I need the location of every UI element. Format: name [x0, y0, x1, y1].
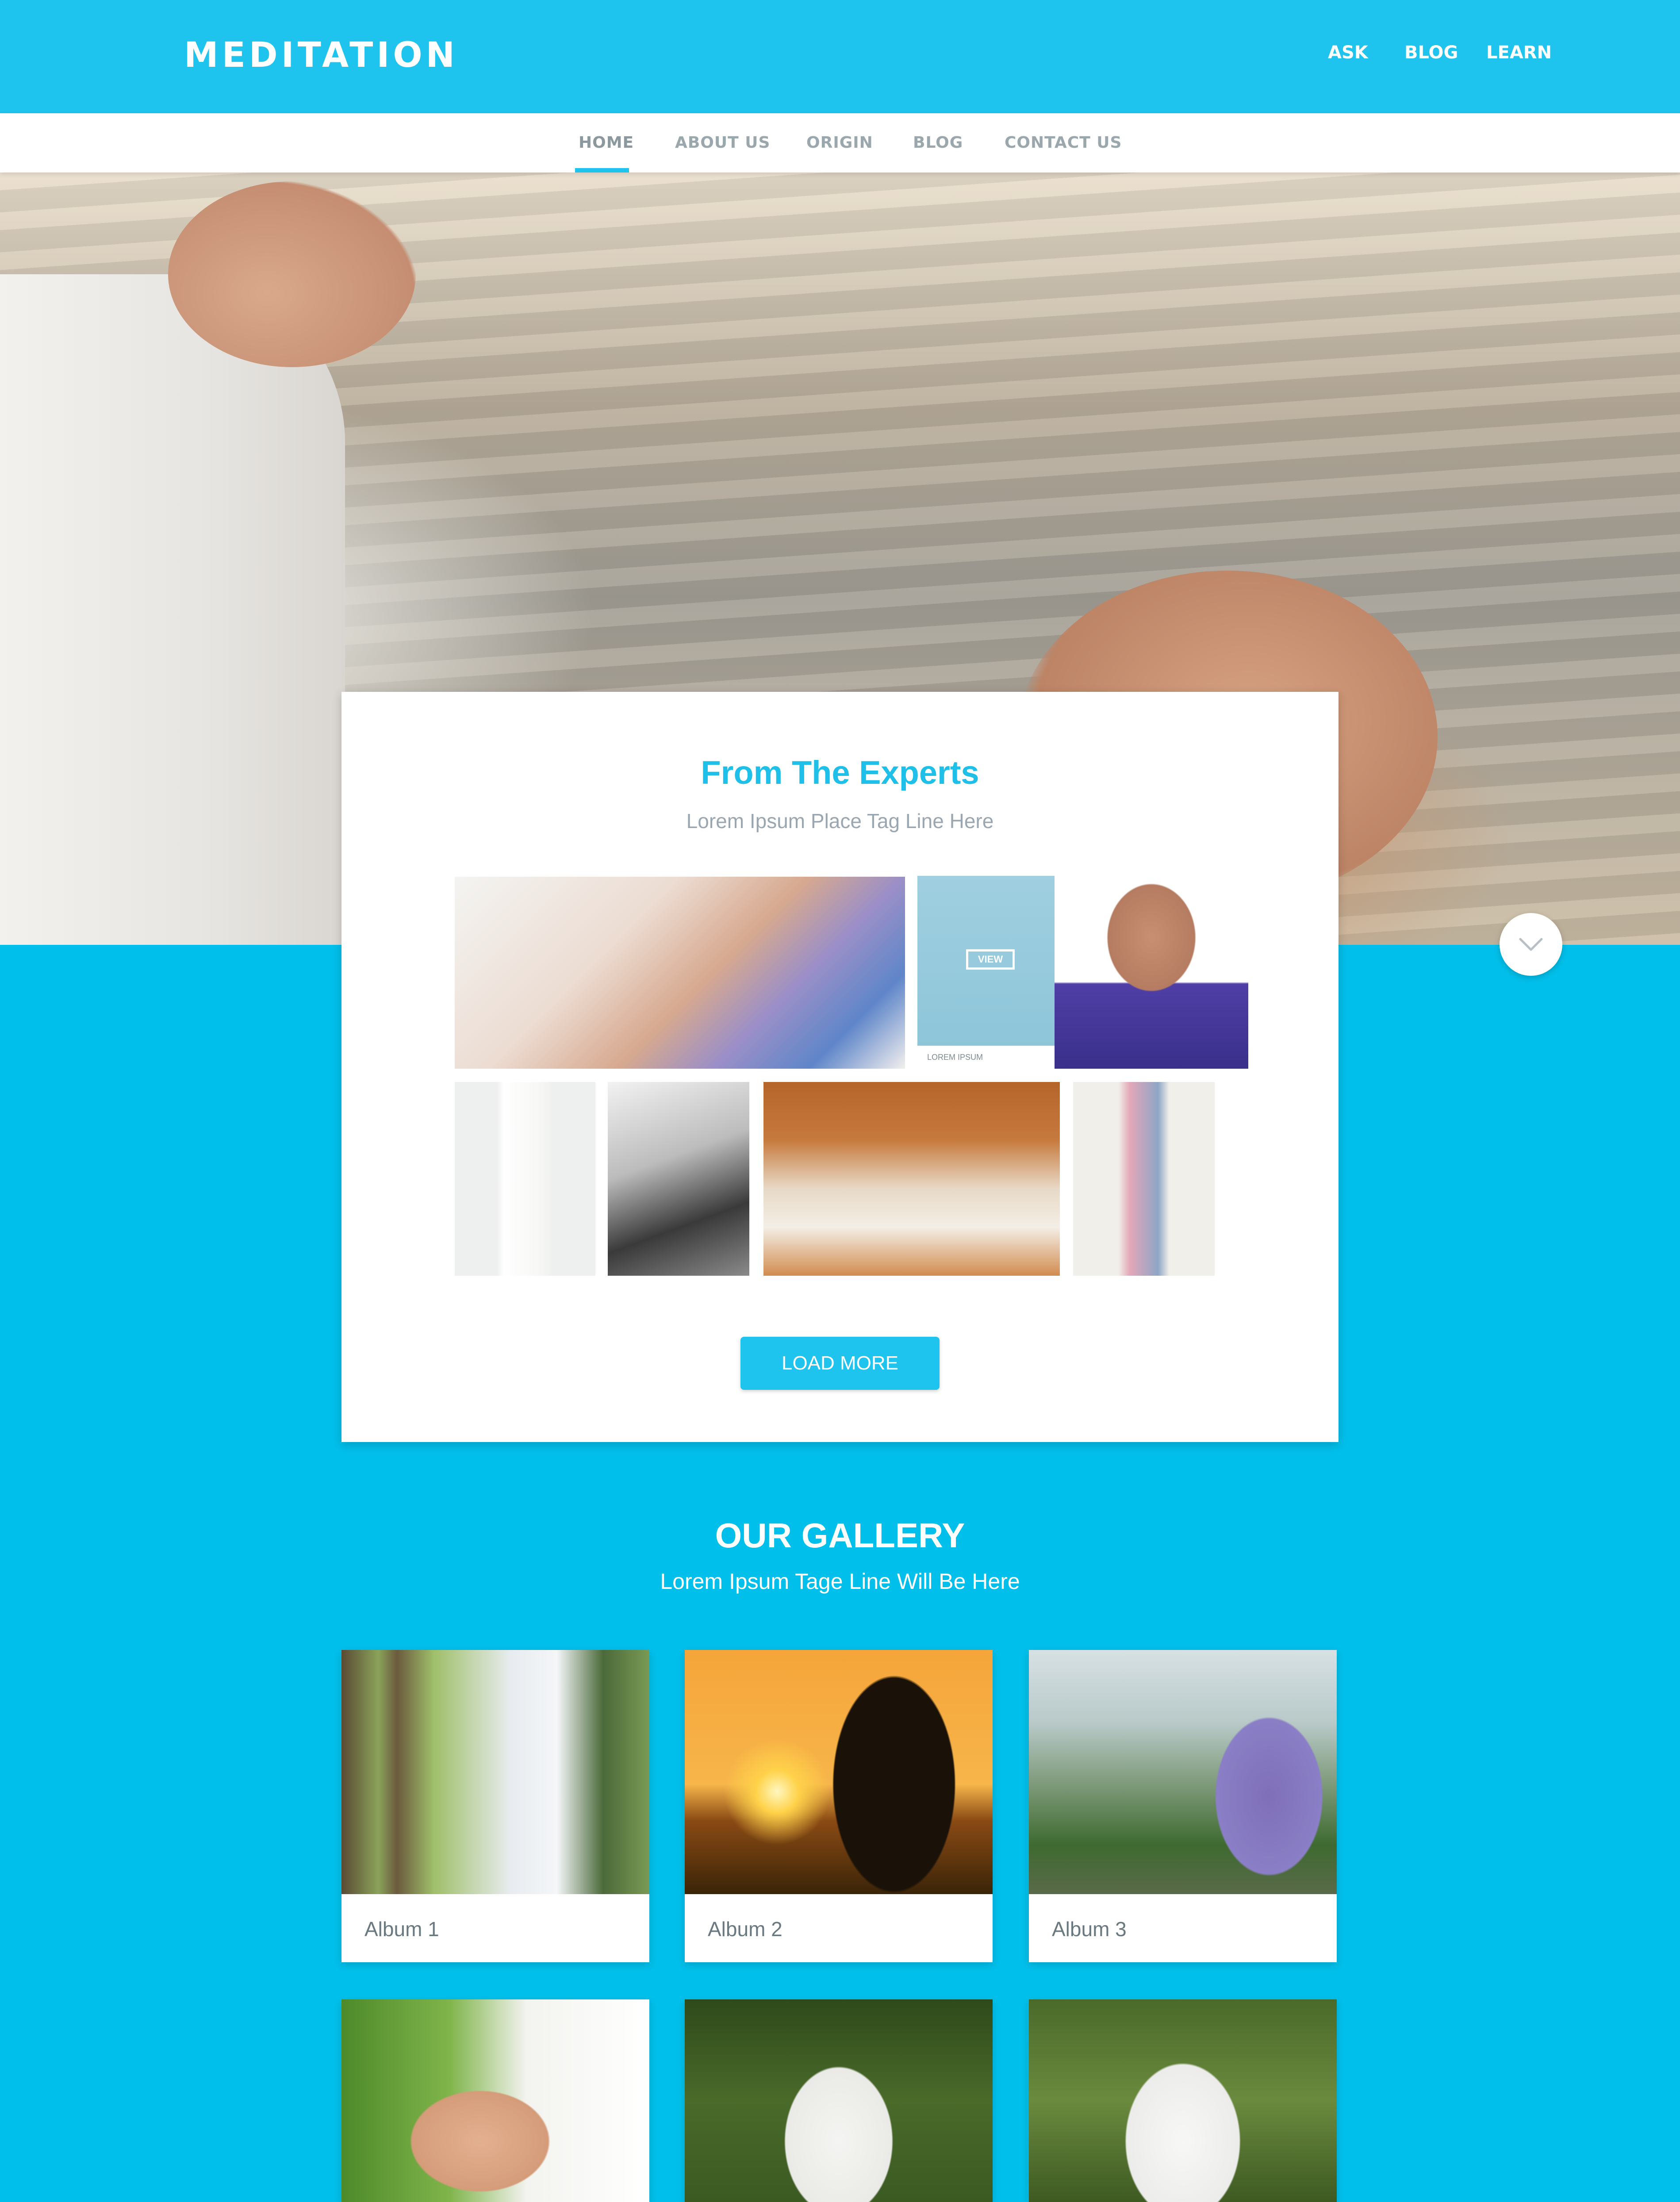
album-thumbnail [685, 1650, 993, 1894]
tab-home[interactable]: HOME [579, 134, 634, 152]
album-label: Album 1 [364, 1918, 439, 1941]
tab-about-us[interactable]: ABOUT US [675, 134, 770, 152]
gallery-tagline: Lorem Ipsum Tage Line Will Be Here [660, 1569, 1020, 1594]
experts-card: From The Experts Lorem Ipsum Place Tag L… [341, 692, 1339, 1442]
tab-contact-us[interactable]: CONTACT US [1005, 134, 1122, 152]
brand-logo[interactable]: MEDITATION [184, 35, 458, 75]
album-card-1[interactable]: Album 1 [341, 1650, 649, 1962]
album-card-4[interactable] [341, 1999, 649, 2202]
tab-origin[interactable]: ORIGIN [806, 134, 873, 152]
experts-tagline: Lorem Ipsum Place Tag Line Here [686, 809, 994, 832]
expert-photo-woman-white-coat[interactable] [455, 1082, 595, 1276]
tab-blog[interactable]: BLOG [913, 134, 963, 152]
nav-link-ask[interactable]: ASK [1328, 42, 1368, 63]
expert-photo-woman-plaid-shirt[interactable] [1073, 1082, 1215, 1276]
experts-title: From The Experts [701, 754, 979, 791]
album-card-6[interactable] [1029, 1999, 1337, 2202]
album-card-2[interactable]: Album 2 [685, 1650, 993, 1962]
album-card-5[interactable] [685, 1999, 993, 2202]
album-label: Album 3 [1052, 1918, 1127, 1941]
hero-hand-left [168, 181, 416, 367]
nav-link-learn[interactable]: LEARN [1486, 42, 1552, 63]
expert-tile-highlighted[interactable]: VIEW LOREM IPSUM [917, 876, 1055, 1069]
scroll-down-button[interactable] [1500, 913, 1562, 976]
top-bar: MEDITATION ASK BLOG LEARN [0, 0, 1680, 113]
album-card-3[interactable]: Album 3 [1029, 1650, 1337, 1962]
expert-photo-man-purple-vest[interactable] [1055, 876, 1248, 1069]
tile-caption: LOREM IPSUM [917, 1046, 1055, 1069]
nav-link-blog[interactable]: BLOG [1404, 42, 1458, 63]
album-thumbnail [341, 1999, 649, 2202]
album-thumbnail [1029, 1650, 1337, 1894]
view-button[interactable]: VIEW [966, 949, 1015, 970]
hero-arm-sleeve [0, 274, 345, 945]
album-thumbnail [341, 1650, 649, 1894]
album-label: Album 2 [708, 1918, 782, 1941]
expert-photo-woman-black-white[interactable] [608, 1082, 749, 1276]
active-tab-indicator [575, 168, 629, 173]
album-thumbnail [685, 1999, 993, 2202]
expert-photo-meditation-hall[interactable] [763, 1082, 1060, 1276]
sub-navigation: HOME ABOUT US ORIGIN BLOG CONTACT US [0, 113, 1680, 173]
expert-photo-yoga-class[interactable] [455, 877, 905, 1069]
load-more-button[interactable]: LOAD MORE [740, 1337, 940, 1390]
album-thumbnail [1029, 1999, 1337, 2202]
gallery-title: OUR GALLERY [715, 1516, 965, 1555]
